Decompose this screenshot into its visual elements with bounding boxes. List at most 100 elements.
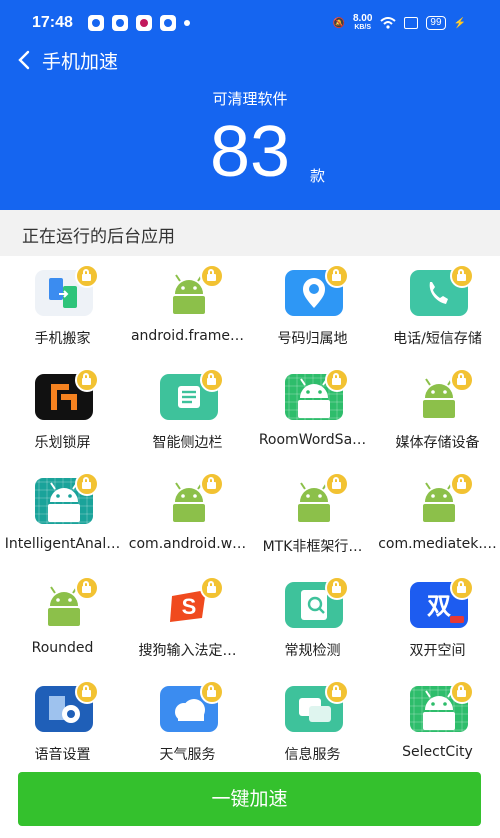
lock-badge-icon [200,576,224,600]
app-item[interactable]: 电话/短信存储 [375,256,500,360]
lock-badge-icon [75,472,99,496]
charging-icon: ⚡ [453,17,466,29]
app-label: com.mediatek.… [378,536,497,552]
app-item[interactable]: MTK非框架行… [250,464,375,568]
app-item[interactable]: 智能侧边栏 [125,360,250,464]
status-right: 🔕 8.00 KB/S 99 ⚡ [333,14,467,32]
app-label: com.android.w… [128,536,247,552]
mute-icon: 🔕 [332,17,345,29]
sogou-icon: S [160,576,224,628]
android-grid-icon [285,368,349,420]
app-label: 智能侧边栏 [152,435,223,451]
section-header: 正在运行的后台应用 [0,210,500,256]
app-label: 号码归属地 [277,331,348,347]
android-icon [160,472,224,524]
app-label: IntelligentAnal… [4,536,121,552]
app-label: 信息服务 [284,747,341,760]
app-label: 搜狗输入法定… [138,643,237,659]
battery-icon: 99 [426,16,446,30]
app-item[interactable]: IntelligentAnal… [0,464,125,568]
lock-badge-icon [200,680,224,704]
lock-badge-icon [200,368,224,392]
app-item[interactable]: com.mediatek.… [375,464,500,568]
svg-text:双: 双 [427,592,451,620]
lock-badge-icon [75,680,99,704]
wifi-icon [380,17,397,29]
notification-icon [88,15,104,31]
weather-cloud-icon [160,680,224,732]
status-bar: 17:48 🔕 8.00 KB/S 99 ⚡ [0,0,500,42]
app-label: android.frame… [130,328,245,344]
android-icon [285,472,349,524]
app-item[interactable]: 媒体存储设备 [375,360,500,464]
lockscreen-icon [35,368,99,420]
count-unit: 款 [310,167,326,185]
app-label: 乐划锁屏 [34,435,91,451]
svg-text:S: S [182,594,197,619]
app-item[interactable]: 双双开空间 [375,568,500,672]
app-item[interactable]: SelectCity [375,672,500,760]
phone-call-icon [410,264,474,316]
app-item[interactable]: S 搜狗输入法定… [125,568,250,672]
page-title: 手机加速 [42,52,119,73]
app-label: 语音设置 [34,747,91,760]
android-grid-icon [410,680,474,732]
app-item[interactable]: 常规检测 [250,568,375,672]
app-item[interactable]: android.frame… [125,256,250,360]
app-item[interactable]: Rounded [0,568,125,672]
app-item[interactable]: 语音设置 [0,672,125,760]
lock-badge-icon [450,576,474,600]
status-time: 17:48 [32,14,73,31]
message-icon [285,680,349,732]
lock-badge-icon [450,680,474,704]
android-icon [160,264,224,316]
dual-space-icon: 双 [410,576,474,628]
header-panel: 17:48 🔕 8.00 KB/S 99 ⚡ 手机加速 可清理软件 83 款 [0,0,500,210]
notification-icon [160,15,176,31]
app-item[interactable]: com.android.w… [125,464,250,568]
back-button[interactable] [12,46,38,74]
app-item[interactable]: RoomWordSa… [250,360,375,464]
sim-icon [404,17,419,29]
app-item[interactable]: 号码归属地 [250,256,375,360]
android-icon [35,576,99,628]
boost-button[interactable]: 一键加速 [18,772,481,826]
voice-settings-icon [35,680,99,732]
lock-badge-icon [200,264,224,288]
network-speed: 8.00 KB/S [352,13,373,32]
app-label: MTK非框架行… [262,539,363,555]
lock-badge-icon [325,368,349,392]
app-item[interactable]: 天气服务 [125,672,250,760]
lock-badge-icon [75,264,99,288]
lock-badge-icon [450,264,474,288]
phone-transfer-icon [35,264,99,316]
app-label: 媒体存储设备 [395,435,480,451]
nav-bar: 手机加速 [0,42,500,78]
app-grid: 手机搬家 android.frame… 号码归属地 电话/短信存储乐划锁屏 智能侧边栏 R… [0,256,500,760]
section-title: 正在运行的后台应用 [22,227,175,247]
app-item[interactable]: 乐划锁屏 [0,360,125,464]
android-icon [410,368,474,420]
chevron-left-icon [18,50,30,70]
lock-badge-icon [75,576,99,600]
cleanable-count: 83 [209,112,291,192]
app-label: 手机搬家 [34,331,91,347]
android-grid-icon [35,472,99,524]
notification-icon [136,15,152,31]
lock-badge-icon [325,680,349,704]
app-label: RoomWordSa… [258,432,367,448]
lock-badge-icon [450,368,474,392]
lock-badge-icon [450,472,474,496]
notification-icon [112,15,128,31]
app-item[interactable]: 手机搬家 [0,256,125,360]
app-item[interactable]: 信息服务 [250,672,375,760]
location-pin-icon [285,264,349,316]
android-icon [410,472,474,524]
app-label: 双开空间 [409,643,466,659]
lock-badge-icon [200,472,224,496]
app-label: SelectCity [402,744,473,760]
sidebar-icon [160,368,224,420]
app-label: 常规检测 [284,643,341,659]
app-label: Rounded [31,640,94,656]
app-label: 天气服务 [159,747,216,760]
